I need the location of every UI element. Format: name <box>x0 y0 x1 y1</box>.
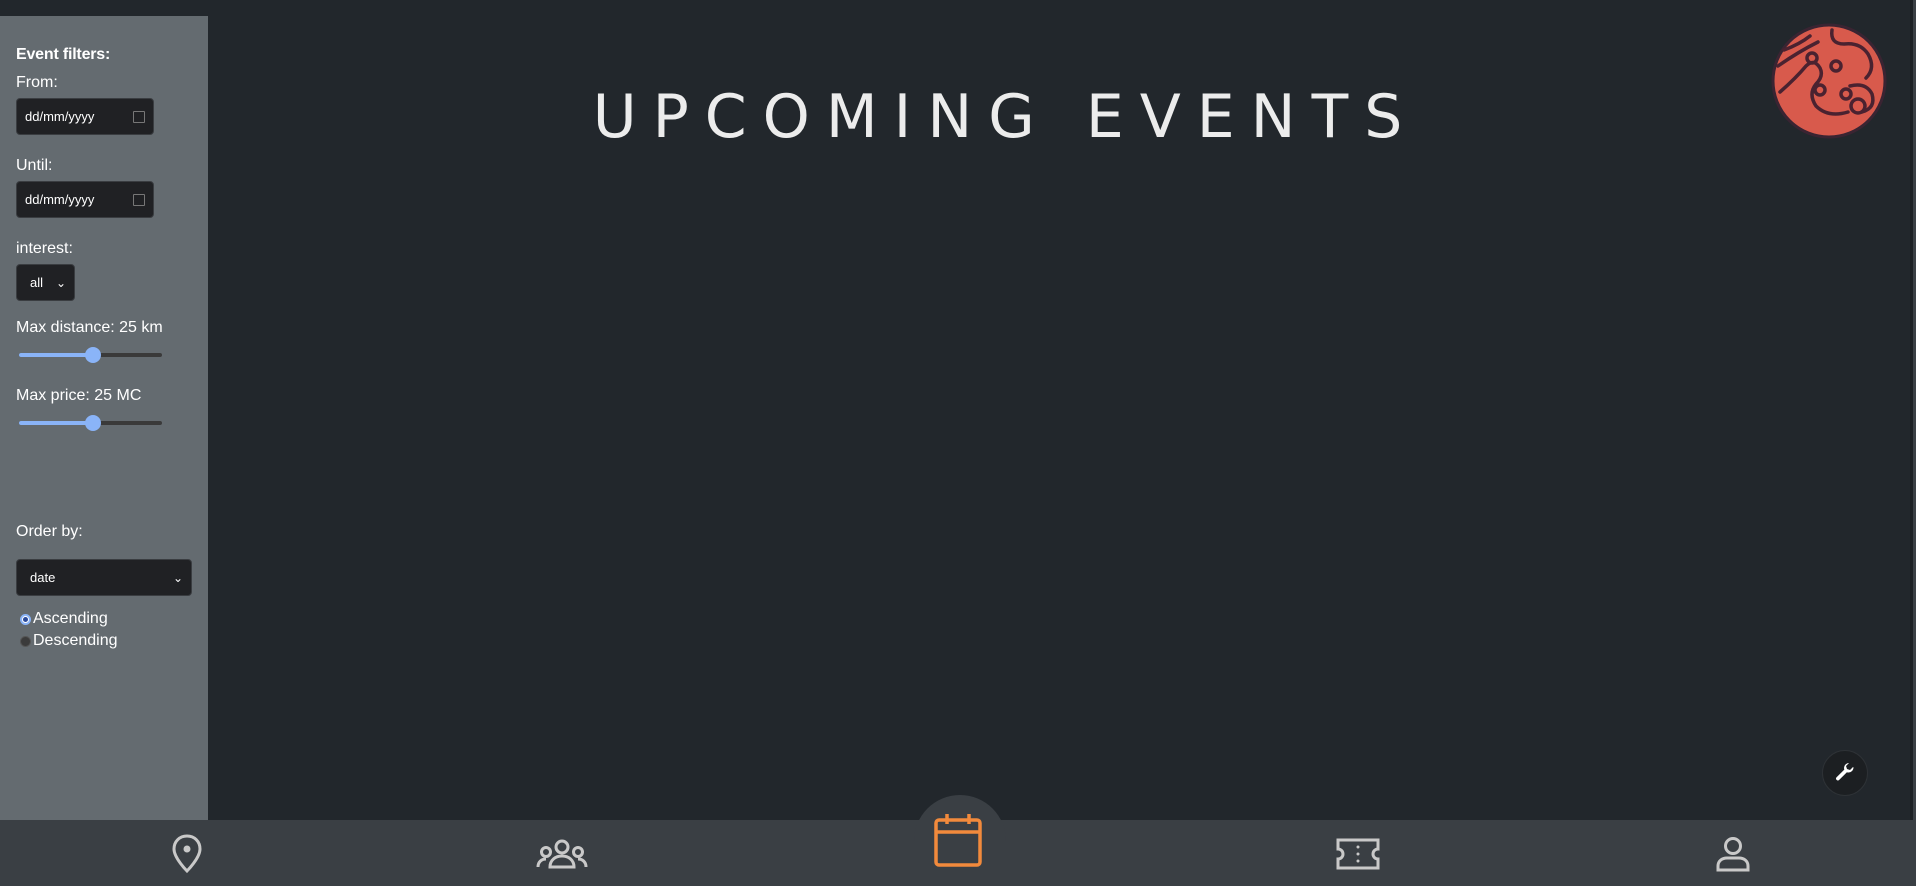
nav-community[interactable] <box>536 828 588 880</box>
chevron-down-icon: ⌄ <box>172 570 183 585</box>
group-icon <box>536 839 588 869</box>
calendar-picker-icon[interactable] <box>133 110 145 123</box>
max-distance-slider[interactable] <box>16 347 162 363</box>
descending-option[interactable]: Descending <box>16 630 192 652</box>
chevron-down-icon: ⌄ <box>55 275 66 290</box>
ascending-label: Ascending <box>33 610 108 627</box>
ascending-option[interactable]: Ascending <box>16 608 192 630</box>
slider-thumb[interactable] <box>85 347 102 363</box>
until-label: Until: <box>16 157 53 174</box>
order-by-value: date <box>30 570 56 585</box>
interest-value: all <box>30 275 44 290</box>
from-date-placeholder: dd/mm/yyyy <box>25 109 95 124</box>
until-date-input[interactable]: dd/mm/yyyy <box>16 181 154 218</box>
planet-logo-icon <box>1771 23 1887 139</box>
nav-map[interactable] <box>161 828 213 880</box>
tools-button[interactable] <box>1822 750 1868 796</box>
bottom-navigation <box>0 795 1916 886</box>
slider-fill <box>19 353 94 357</box>
order-by-label: Order by: <box>16 523 83 540</box>
slider-fill <box>19 421 94 425</box>
ticket-icon <box>1336 838 1380 870</box>
filters-title: Event filters: <box>16 46 111 63</box>
max-distance-label: Max distance: 25 km <box>16 319 163 336</box>
calendar-icon <box>934 814 982 867</box>
filter-sidebar: Event filters: From: dd/mm/yyyy Until: d… <box>0 16 208 820</box>
interest-label: interest: <box>16 240 73 257</box>
nav-events[interactable] <box>932 814 984 867</box>
from-label: From: <box>16 74 58 91</box>
user-icon <box>1716 837 1750 872</box>
slider-thumb[interactable] <box>85 415 102 431</box>
order-by-select[interactable]: date ⌄ <box>16 559 192 596</box>
window-edge <box>1910 0 1916 820</box>
ascending-radio[interactable] <box>20 613 31 625</box>
max-price-slider[interactable] <box>16 415 162 431</box>
calendar-picker-icon[interactable] <box>133 193 145 206</box>
max-price-label: Max price: 25 MC <box>16 387 142 404</box>
from-date-input[interactable]: dd/mm/yyyy <box>16 98 154 135</box>
descending-label: Descending <box>33 632 118 649</box>
interest-select[interactable]: all ⌄ <box>16 264 75 301</box>
until-date-placeholder: dd/mm/yyyy <box>25 192 95 207</box>
nav-profile[interactable] <box>1707 828 1759 880</box>
descending-radio[interactable] <box>20 635 31 647</box>
wrench-icon <box>1836 763 1854 781</box>
nav-tickets[interactable] <box>1332 828 1384 880</box>
planet-logo[interactable] <box>1770 22 1888 140</box>
page-title: UPCOMING EVENTS <box>592 82 1419 152</box>
map-pin-icon <box>172 834 202 874</box>
